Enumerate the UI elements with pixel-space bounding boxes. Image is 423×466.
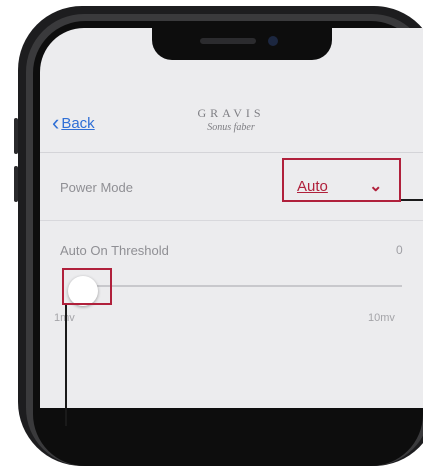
threshold-slider-track[interactable] xyxy=(82,285,402,287)
threshold-label: Auto On Threshold xyxy=(60,243,169,258)
earpiece-speaker xyxy=(200,38,256,44)
slider-highlight xyxy=(62,268,112,305)
phone-notch xyxy=(152,28,332,60)
slider-max-label: 10mv xyxy=(368,312,395,324)
volume-up-button xyxy=(14,118,18,154)
row-divider xyxy=(40,220,423,221)
back-button[interactable]: ‹ Back xyxy=(52,110,95,135)
volume-down-button xyxy=(14,166,18,202)
app-screen xyxy=(40,28,423,408)
slider-leader-line xyxy=(65,305,67,426)
front-camera xyxy=(268,36,278,46)
threshold-value: 0 xyxy=(396,243,403,257)
power-mode-highlight xyxy=(282,158,401,202)
logo-subtitle: Sonus faber xyxy=(207,122,255,133)
power-mode-leader-line xyxy=(401,199,423,201)
power-mode-label: Power Mode xyxy=(60,180,133,195)
brand-logo: GRAVIS Sonus faber xyxy=(186,106,276,133)
back-label: Back xyxy=(61,114,95,132)
chevron-left-icon: ‹ xyxy=(52,110,60,135)
logo-wordmark: GRAVIS xyxy=(197,106,265,120)
